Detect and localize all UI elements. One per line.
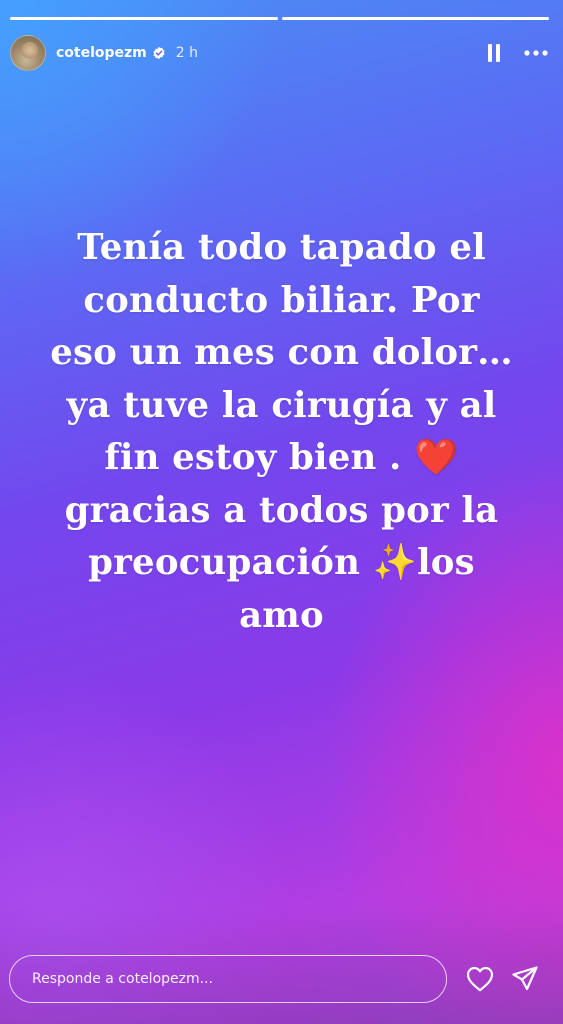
story-line: preocupación ✨los: [20, 537, 543, 590]
username[interactable]: cotelopezm: [56, 45, 147, 61]
story-line: ya tuve la cirugía y al: [66, 384, 497, 426]
progress-fill-1: [10, 17, 278, 20]
progress-segment-1: [10, 17, 278, 20]
share-button[interactable]: [510, 964, 540, 994]
story-line-text: fin estoy bien .: [104, 437, 415, 478]
story-line-text: los: [417, 542, 475, 583]
story-footer: Responde a cotelopezm...: [9, 954, 549, 1004]
like-button[interactable]: [465, 964, 495, 994]
reply-input[interactable]: Responde a cotelopezm...: [9, 955, 447, 1003]
story-line: Tenía todo tapado el: [77, 227, 486, 268]
sparkles-emoji: ✨: [372, 542, 418, 583]
story-line-text: preocupación: [88, 542, 373, 583]
story-line: conducto biliar. Por: [83, 279, 480, 321]
heart-emoji: ❤️: [414, 437, 459, 478]
post-time: 2 h: [175, 45, 199, 61]
story-progress-bar: [10, 17, 549, 20]
reply-placeholder: Responde a cotelopezm...: [32, 971, 213, 987]
story-viewer[interactable]: cotelopezm 2 h Tenía todo tapado el cond…: [0, 0, 563, 1024]
verified-badge-icon: [153, 46, 165, 60]
pause-button[interactable]: [483, 42, 505, 64]
more-options-button[interactable]: [523, 42, 549, 64]
pause-icon: [488, 44, 500, 62]
story-line: gracias a todos por la: [64, 489, 499, 531]
story-line: fin estoy bien . ❤️: [20, 432, 543, 485]
story-line: amo: [239, 594, 324, 636]
story-text: Tenía todo tapado el conducto biliar. Po…: [20, 222, 543, 642]
heart-outline-icon: [466, 966, 494, 992]
avatar[interactable]: [10, 35, 46, 71]
story-line: eso un mes con dolor…: [50, 332, 513, 373]
progress-segment-2: [281, 17, 549, 20]
progress-fill-2: [281, 17, 549, 20]
send-icon: [512, 966, 538, 991]
more-options-icon: [524, 50, 548, 56]
story-header: cotelopezm 2 h: [10, 35, 549, 71]
